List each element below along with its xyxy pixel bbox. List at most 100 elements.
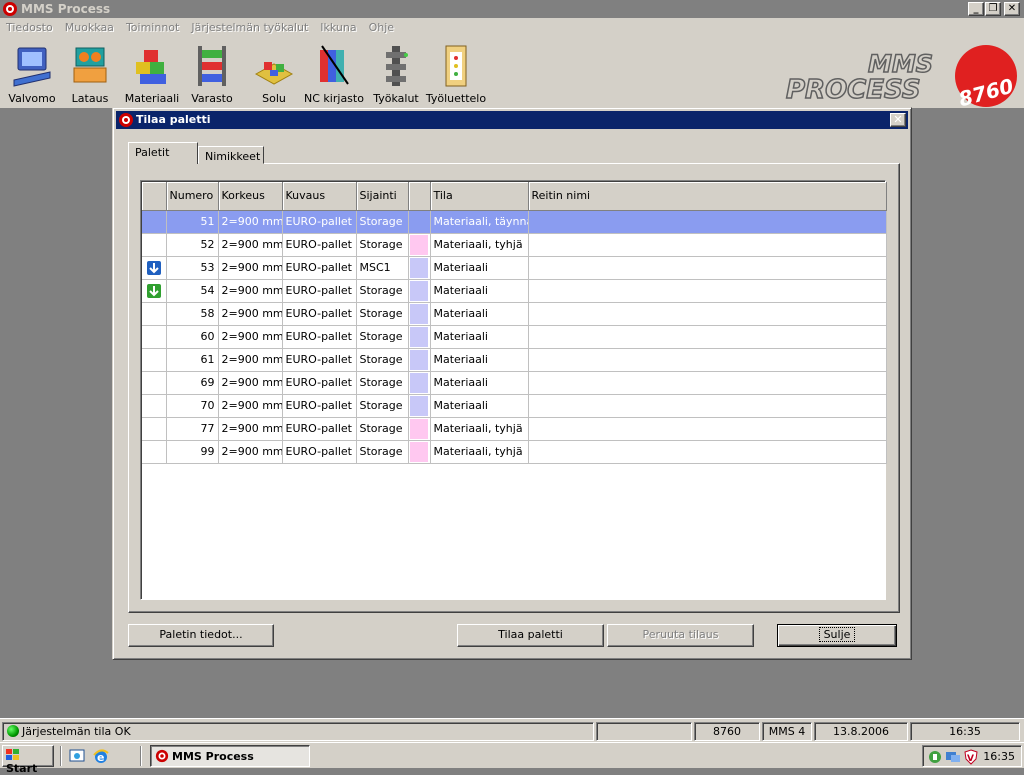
- column-header-korkeus[interactable]: Korkeus: [218, 182, 283, 211]
- green-down-arrow-icon: [146, 283, 161, 298]
- pallet-table: Numero Korkeus Kuvaus Sijainti Tila Reit…: [142, 182, 887, 464]
- menu-tiedosto[interactable]: Tiedosto: [0, 18, 59, 38]
- minimize-button[interactable]: _: [968, 2, 984, 16]
- network-tray-icon[interactable]: [927, 749, 943, 765]
- menu-jarjestelman-tyokalut[interactable]: Järjestelmän työkalut: [185, 18, 314, 38]
- tilaa-paletti-dialog: Tilaa paletti ✕ Paletit Nimikkeet Numero…: [112, 107, 912, 660]
- cell-reitin-nimi: [528, 371, 887, 395]
- cell-tila: Materiaali: [430, 394, 529, 418]
- column-header-sijainti[interactable]: Sijainti: [356, 182, 409, 211]
- system-status: Järjestelmän tila OK: [2, 722, 594, 741]
- toolbar-lataus[interactable]: Lataus: [58, 42, 122, 108]
- app-title: MMS Process: [21, 2, 111, 16]
- column-header-reitin-nimi[interactable]: Reitin nimi: [528, 182, 887, 211]
- mms-app-icon: [155, 749, 169, 763]
- toolbar-nc-kirjasto[interactable]: NC kirjasto: [302, 42, 366, 108]
- sulje-button[interactable]: Sulje: [777, 624, 897, 647]
- desktop-shortcut-icon[interactable]: [68, 747, 86, 765]
- windows-flag-icon: [6, 749, 19, 760]
- cell-tila: Materiaali: [430, 371, 529, 395]
- cell-sijainti: Storage: [356, 233, 409, 257]
- cell-korkeus: 2=900 mm: [218, 279, 283, 303]
- toolbar-valvomo[interactable]: Valvomo: [0, 42, 64, 108]
- row-status-cell: [142, 325, 167, 349]
- menu-ikkuna[interactable]: Ikkuna: [314, 18, 362, 38]
- table-row[interactable]: 61 2=900 mm EURO-pallet Storage Materiaali: [142, 348, 887, 372]
- cell-numero: 51: [166, 210, 219, 234]
- cell-korkeus: 2=900 mm: [218, 302, 283, 326]
- toolbar-varasto[interactable]: Varasto: [180, 42, 244, 108]
- tab-paletit[interactable]: Paletit: [128, 142, 198, 164]
- table-row[interactable]: 51 2=900 mm EURO-pallet Storage Materiaali, …: [142, 210, 887, 234]
- column-header-tila[interactable]: Tila: [430, 182, 529, 211]
- column-header-icon[interactable]: [142, 182, 167, 211]
- start-label: Start: [6, 762, 38, 775]
- peruuta-tilaus-button[interactable]: Peruuta tilaus: [607, 624, 754, 647]
- dialog-close-button[interactable]: ✕: [890, 113, 906, 127]
- status-color-swatch: [410, 349, 428, 370]
- close-window-button[interactable]: ✕: [1004, 2, 1020, 16]
- cell-reitin-nimi: [528, 348, 887, 372]
- column-header-kuvaus[interactable]: Kuvaus: [282, 182, 357, 211]
- menu-muokkaa[interactable]: Muokkaa: [59, 18, 120, 38]
- toolbar-tyoluettelo[interactable]: Työluettelo: [424, 42, 488, 108]
- cell-numero: 99: [166, 440, 219, 464]
- status-color-swatch: [410, 234, 428, 255]
- cell-reitin-nimi: [528, 325, 887, 349]
- row-status-cell: [142, 302, 167, 326]
- dialog-title-bar: Tilaa paletti ✕: [116, 111, 908, 129]
- row-status-cell: [142, 256, 167, 280]
- table-row[interactable]: 69 2=900 mm EURO-pallet Storage Materiaali: [142, 371, 887, 395]
- menu-ohje[interactable]: Ohje: [363, 18, 400, 38]
- table-row[interactable]: 52 2=900 mm EURO-pallet Storage Materiaali, …: [142, 233, 887, 257]
- table-row[interactable]: 58 2=900 mm EURO-pallet Storage Materiaali: [142, 302, 887, 326]
- table-row[interactable]: 99 2=900 mm EURO-pallet Storage Materiaali, …: [142, 440, 887, 464]
- cell-kuvaus: EURO-pallet: [282, 233, 357, 257]
- row-status-cell: [142, 371, 167, 395]
- table-row[interactable]: 70 2=900 mm EURO-pallet Storage Materiaali: [142, 394, 887, 418]
- cell-reitin-nimi: [528, 256, 887, 280]
- cell-numero: 53: [166, 256, 219, 280]
- status-color-swatch: [410, 257, 428, 278]
- cell-reitin-nimi: [528, 440, 887, 464]
- cell-korkeus: 2=900 mm: [218, 256, 283, 280]
- monitor-tray-icon[interactable]: [945, 749, 961, 765]
- status-color-swatch: [410, 280, 428, 301]
- status-empty-cell: [596, 722, 692, 741]
- antivirus-shield-icon[interactable]: V: [963, 749, 979, 765]
- internet-explorer-icon[interactable]: e: [92, 747, 110, 765]
- paletin-tiedot-button[interactable]: Paletin tiedot...: [128, 624, 274, 647]
- menu-toiminnot[interactable]: Toiminnot: [120, 18, 185, 38]
- cell-tila: Materiaali: [430, 325, 529, 349]
- windows-taskbar: Start e MMS Process V 16:35: [0, 742, 1024, 775]
- cell-kuvaus: EURO-pallet: [282, 210, 357, 234]
- column-header-color[interactable]: [408, 182, 431, 211]
- cell-kuvaus: EURO-pallet: [282, 279, 357, 303]
- monitor-icon: [13, 47, 51, 87]
- row-status-cell: [142, 394, 167, 418]
- cell-reitin-nimi: [528, 417, 887, 441]
- toolbar-materiaali[interactable]: Materiaali: [120, 42, 184, 108]
- table-row[interactable]: 53 2=900 mm EURO-pallet MSC1 Materiaali: [142, 256, 887, 280]
- cell-status-color: [408, 394, 431, 418]
- table-row[interactable]: 60 2=900 mm EURO-pallet Storage Materiaali: [142, 325, 887, 349]
- cell-korkeus: 2=900 mm: [218, 210, 283, 234]
- cell-korkeus: 2=900 mm: [218, 440, 283, 464]
- column-header-numero[interactable]: Numero: [166, 182, 219, 211]
- toolbar-solu[interactable]: Solu: [242, 42, 306, 108]
- tilaa-paletti-button[interactable]: Tilaa paletti: [457, 624, 604, 647]
- table-row[interactable]: 77 2=900 mm EURO-pallet Storage Materiaali, …: [142, 417, 887, 441]
- table-row[interactable]: 54 2=900 mm EURO-pallet Storage Materiaali: [142, 279, 887, 303]
- cell-sijainti: Storage: [356, 371, 409, 395]
- toolbar-tyokalut[interactable]: Työkalut: [364, 42, 428, 108]
- taskbar-mms-process[interactable]: MMS Process: [150, 745, 310, 767]
- tab-nimikkeet[interactable]: Nimikkeet: [198, 146, 264, 164]
- cell-kuvaus: EURO-pallet: [282, 440, 357, 464]
- cell-status-color: [408, 302, 431, 326]
- status-time: 16:35: [910, 722, 1020, 741]
- cell-reitin-nimi: [528, 233, 887, 257]
- restore-button[interactable]: ❐: [985, 2, 1001, 16]
- start-button[interactable]: Start: [2, 745, 54, 775]
- status-color-swatch: [410, 303, 428, 324]
- cell-tila: Materiaali: [430, 256, 529, 280]
